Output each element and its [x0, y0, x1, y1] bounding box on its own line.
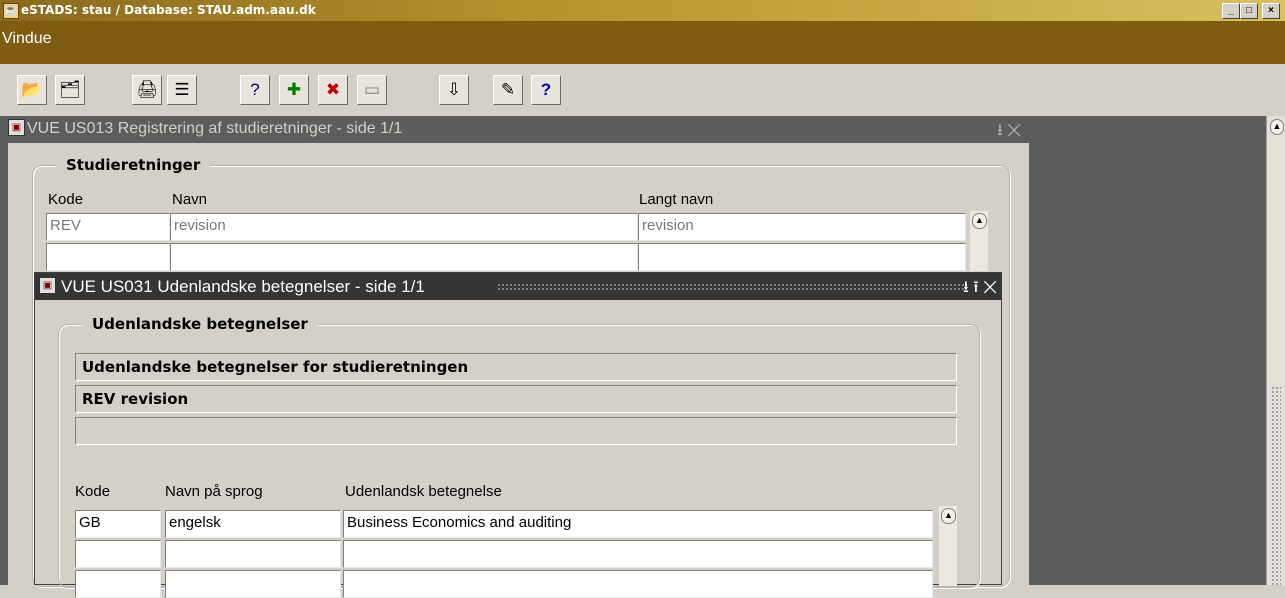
navn-paa-sprog-field[interactable] — [165, 540, 341, 568]
edit-icon[interactable]: ✎ — [493, 75, 523, 105]
records-scrollbar[interactable]: ▲ — [970, 211, 988, 271]
form-window-icon: ▣ — [39, 277, 56, 294]
form-window-icon: ▣ — [8, 119, 25, 136]
sprog-kode-field[interactable]: GB — [75, 510, 161, 538]
scroll-up-icon[interactable]: ▲ — [941, 508, 956, 524]
udenlandsk-betegnelse-field[interactable]: Business Economics and auditing — [343, 510, 933, 538]
udenlandsk-betegnelse-field[interactable] — [343, 570, 933, 598]
app-title: eSTADS: stau / Database: STAU.adm.aau.dk — [21, 3, 316, 17]
langt-navn-field[interactable]: revision — [638, 213, 966, 241]
scroll-up-icon[interactable]: ▲ — [972, 213, 987, 229]
new-document-icon[interactable]: 🗂 — [55, 75, 85, 105]
info-studieretning: REV revision — [75, 385, 957, 413]
kode-field[interactable] — [46, 243, 170, 271]
scrollbar-thumb[interactable] — [1271, 386, 1281, 586]
clear-record-icon[interactable]: ▭ — [357, 75, 387, 105]
insert-record-icon[interactable]: ✚ — [279, 75, 309, 105]
udenlandsk-betegnelse-field[interactable] — [343, 540, 933, 568]
help-icon[interactable]: ? — [531, 75, 561, 105]
window-us013-title: VUE US013 Registrering af studieretninge… — [27, 120, 403, 137]
app-title-bar: ☕ eSTADS: stau / Database: STAU.adm.aau.… — [0, 0, 1285, 21]
navn-paa-sprog-field[interactable]: engelsk — [165, 510, 341, 538]
workspace-scrollbar[interactable]: ▲ — [1266, 116, 1285, 586]
info-heading: Udenlandske betegnelser for studieretnin… — [75, 353, 957, 381]
info-empty — [75, 417, 957, 445]
langt-navn-field[interactable] — [638, 243, 966, 271]
col-kode: Kode — [48, 191, 84, 208]
window-us031-title: VUE US031 Udenlandske betegnelser - side… — [61, 277, 425, 296]
open-folder-icon[interactable]: 📂 — [17, 75, 47, 105]
window-us031-titlebar: ▣ VUE US031 Udenlandske betegnelser - si… — [35, 273, 1001, 300]
form-icon[interactable]: ☰ — [167, 75, 197, 105]
navn-paa-sprog-field[interactable] — [165, 570, 341, 598]
records-scrollbar[interactable]: ▲ — [939, 506, 957, 586]
sprog-kode-field[interactable] — [75, 570, 161, 598]
navn-field[interactable]: revision — [170, 213, 638, 241]
menu-vindue[interactable]: Vindue — [2, 30, 52, 48]
scroll-up-icon[interactable]: ▲ — [1270, 119, 1284, 135]
print-icon[interactable]: 🖨 — [132, 75, 162, 105]
udenlandske-label: Udenlandske betegnelser — [82, 315, 318, 333]
window-us013-controls[interactable]: ⭳ ✕ — [997, 119, 1021, 146]
minimize-button[interactable]: _ — [1222, 3, 1240, 19]
window-us031: ▣ VUE US031 Udenlandske betegnelser - si… — [34, 272, 1002, 598]
kode-field[interactable]: REV — [46, 213, 170, 241]
close-button[interactable]: × — [1262, 3, 1280, 19]
maximize-button[interactable]: □ — [1240, 3, 1258, 19]
window-us031-controls[interactable]: ⭳ ⭱ ✕ — [963, 276, 997, 300]
window-us013-titlebar: ▣ VUE US013 Registrering af studieretnin… — [8, 116, 1029, 143]
col-langt-navn: Langt navn — [639, 191, 714, 208]
studieretninger-label: Studieretninger — [56, 156, 211, 174]
col-udenlandsk-betegnelse: Udenlandsk betegnelse — [345, 483, 502, 500]
java-app-icon: ☕ — [3, 3, 19, 19]
toolbar: 📂 🗂 🖨 ☰ ? ✚ ✖ ▭ ⇩ ✎ ? — [0, 64, 1285, 116]
col-navn: Navn — [172, 191, 208, 208]
navn-field[interactable] — [170, 243, 638, 271]
query-icon[interactable]: ? — [240, 75, 270, 105]
col-kode: Kode — [75, 483, 111, 500]
delete-record-icon[interactable]: ✖ — [318, 75, 348, 105]
titlebar-grip[interactable] — [497, 283, 967, 291]
exit-icon[interactable]: ⇩ — [439, 75, 469, 105]
col-navn-paa-sprog: Navn på sprog — [165, 483, 263, 500]
menu-bar: Vindue — [0, 21, 1285, 64]
sprog-kode-field[interactable] — [75, 540, 161, 568]
